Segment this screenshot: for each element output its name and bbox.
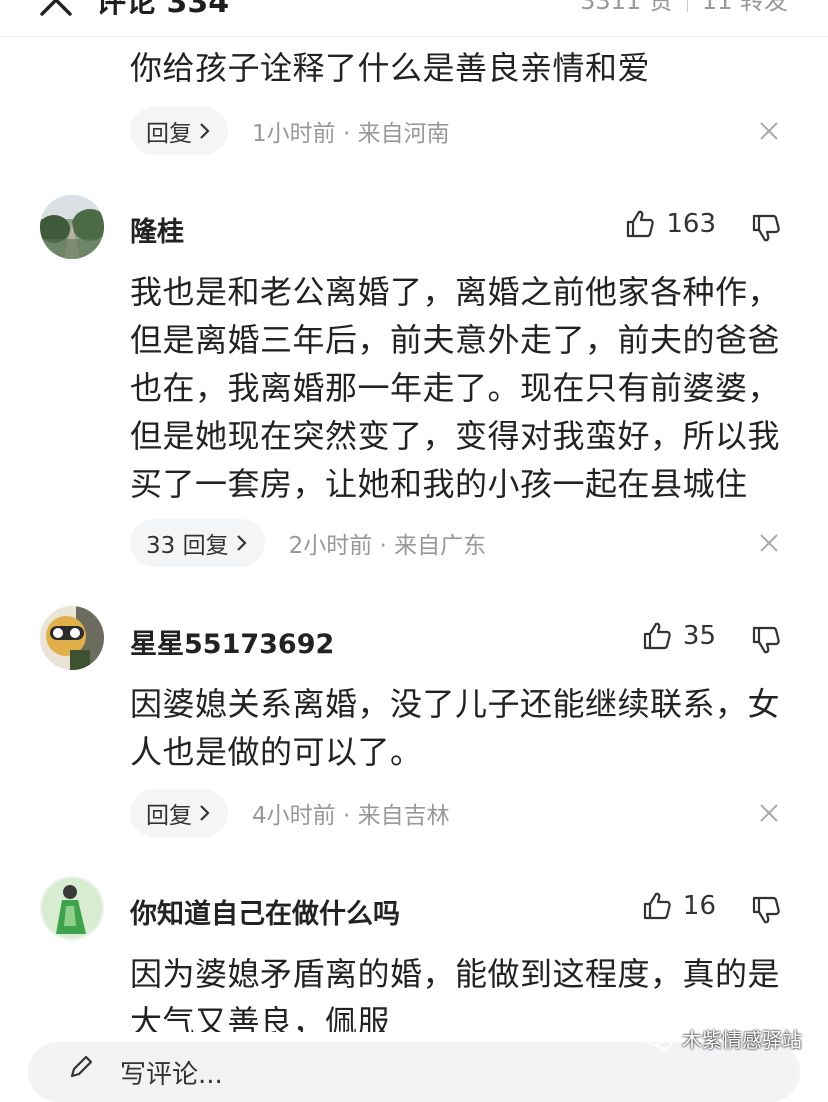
like-count: 163 — [666, 209, 716, 239]
chevron-right-icon — [236, 535, 247, 551]
comment-text: 你给孩子诠释了什么是善良亲情和爱 — [130, 49, 651, 87]
reply-button[interactable]: 回复 — [130, 107, 228, 155]
like-count: 3311 赞 — [580, 0, 673, 15]
write-comment-placeholder: 写评论... — [120, 1060, 223, 1090]
thumbs-up-icon — [643, 622, 671, 650]
comment-text: 因婆媳关系离婚，没了儿子还能继续联系，女人也是做的可以了。 — [130, 685, 781, 771]
wechat-icon — [644, 1027, 673, 1049]
like-count: 16 — [682, 891, 716, 921]
like-button[interactable]: 163 — [624, 208, 716, 240]
chevron-right-icon — [200, 123, 210, 139]
comment-time: 2小时前 — [288, 533, 373, 559]
username[interactable]: 你知道自己在做什么吗 — [130, 892, 400, 931]
username[interactable]: 隆桂 — [130, 210, 184, 249]
reply-button[interactable]: 回复 — [130, 789, 228, 837]
comment-location: 来自吉林 — [357, 803, 450, 829]
comment-location: 来自河南 — [357, 121, 450, 147]
dismiss-icon[interactable] — [758, 120, 780, 142]
thumbs-down-icon[interactable] — [750, 624, 782, 656]
comment-meta: 回复 4小时前 · 来自吉林 — [130, 789, 450, 837]
share-count: 11 转发 — [701, 0, 788, 15]
avatar[interactable] — [40, 606, 104, 670]
like-count: 35 — [682, 621, 716, 651]
comment-time-location: 4小时前 · 来自吉林 — [252, 796, 450, 830]
comments-title: 评论 334 — [96, 0, 230, 20]
like-button[interactable]: 16 — [641, 890, 716, 922]
reply-button[interactable]: 33 回复 — [130, 519, 265, 567]
reply-label: 33 回复 — [146, 533, 229, 559]
close-icon[interactable] — [38, 0, 74, 18]
comment-location: 来自广东 — [394, 533, 487, 559]
watermark-text: 木紫情感驿站 — [682, 1028, 802, 1052]
comment-meta: 回复 1小时前 · 来自河南 — [130, 107, 450, 155]
meta-separator: · — [379, 533, 387, 559]
post-stats: 3311 赞 11 转发 — [580, 0, 788, 14]
comment-meta: 33 回复 2小时前 · 来自广东 — [130, 519, 486, 567]
comment-time-location: 1小时前 · 来自河南 — [252, 114, 450, 148]
dismiss-icon[interactable] — [758, 532, 780, 554]
stats-divider — [686, 0, 688, 12]
comment-time: 1小时前 — [252, 121, 336, 147]
avatar[interactable] — [40, 195, 104, 259]
meta-separator: · — [342, 803, 351, 829]
meta-separator: · — [342, 121, 351, 147]
comment-time: 4小时前 — [252, 803, 336, 829]
thumbs-down-icon[interactable] — [750, 212, 782, 244]
avatar[interactable] — [40, 876, 104, 940]
dismiss-icon[interactable] — [758, 802, 780, 824]
comment-time-location: 2小时前 · 来自广东 — [289, 526, 487, 560]
pencil-icon — [70, 1055, 93, 1078]
comment-text: 我也是和老公离婚了，离婚之前他家各种作，但是离婚三年后，前夫意外走了，前夫的爸爸… — [130, 273, 781, 503]
thumbs-up-icon — [627, 210, 655, 238]
watermark: 木紫情感驿站 — [644, 1024, 802, 1053]
chevron-right-icon — [200, 805, 210, 821]
comments-header: 评论 334 3311 赞 11 转发 — [0, 0, 828, 37]
reply-label: 回复 — [146, 121, 192, 147]
reply-label: 回复 — [146, 803, 192, 829]
like-button[interactable]: 35 — [641, 620, 716, 652]
username[interactable]: 星星55173692 — [130, 622, 334, 661]
thumbs-down-icon[interactable] — [750, 894, 782, 926]
thumbs-up-icon — [643, 892, 671, 920]
